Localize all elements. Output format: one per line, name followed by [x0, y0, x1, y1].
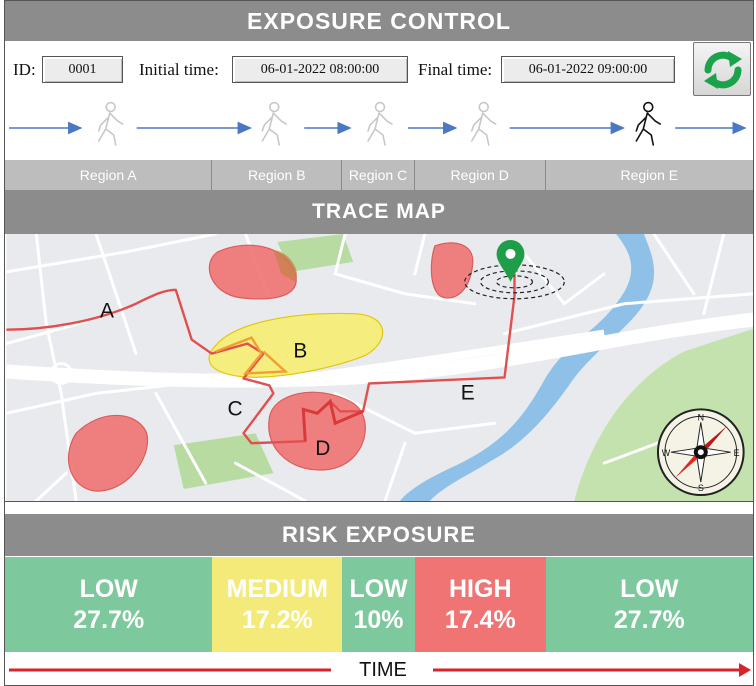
walker-icon-e: [635, 101, 662, 146]
exposure-control-header: EXPOSURE CONTROL: [5, 1, 753, 41]
region-b-tab[interactable]: Region B: [212, 160, 343, 190]
map-label-a: A: [100, 300, 114, 323]
id-label: ID:: [13, 60, 36, 79]
risk-level-e: LOW: [620, 574, 679, 603]
risk-cell-c[interactable]: LOW 10%: [342, 557, 415, 652]
walker-icon-c: [367, 101, 393, 146]
walker-timeline: [8, 101, 747, 146]
map-label-e: E: [461, 381, 475, 404]
risk-exposure-header: RISK EXPOSURE: [5, 514, 753, 556]
trace-map[interactable]: A B C D E N S E W: [5, 234, 754, 502]
risk-bar: LOW 27.7% MEDIUM 17.2% LOW 10% HIGH 17.4…: [5, 557, 753, 652]
map-label-c: C: [228, 397, 243, 420]
risk-percent-c: 10%: [353, 605, 404, 634]
time-axis: TIME: [5, 656, 753, 684]
id-field[interactable]: 0001: [42, 56, 123, 83]
risk-level-c: LOW: [349, 574, 408, 603]
compass-e: E: [734, 448, 740, 458]
trace-map-header: TRACE MAP: [5, 190, 753, 234]
region-a-tab[interactable]: Region A: [5, 160, 213, 190]
region-d-tab[interactable]: Region D: [415, 160, 546, 190]
final-time-field[interactable]: 06-01-2022 09:00:00: [501, 56, 675, 83]
risk-percent-d: 17.4%: [444, 605, 516, 634]
compass-n: N: [698, 412, 704, 422]
compass-icon: N S E W: [656, 408, 745, 497]
compass-s: S: [698, 483, 704, 493]
refresh-button[interactable]: [693, 42, 751, 96]
walker-icon-a: [97, 101, 124, 146]
region-e-tab[interactable]: Region E: [546, 160, 753, 190]
risk-cell-e[interactable]: LOW 27.7%: [545, 557, 753, 652]
risk-cell-a[interactable]: LOW 27.7%: [5, 557, 213, 652]
initial-time-label: Initial time:: [139, 60, 219, 79]
risk-cell-d[interactable]: HIGH 17.4%: [414, 557, 546, 652]
risk-cell-b[interactable]: MEDIUM 17.2%: [212, 557, 343, 652]
region-bar: Region A Region B Region C Region D Regi…: [5, 160, 753, 190]
control-row: ID: 0001 Initial time: 06-01-2022 08:00:…: [5, 56, 753, 86]
compass-w: W: [662, 448, 671, 458]
risk-level-a: LOW: [79, 574, 138, 603]
time-label: TIME: [359, 659, 407, 681]
exposure-dashboard: EXPOSURE CONTROL ID: 0001 Initial time: …: [4, 0, 754, 686]
risk-level-b: MEDIUM: [226, 574, 328, 603]
walker-icon-b: [261, 101, 288, 146]
initial-time-field[interactable]: 06-01-2022 08:00:00: [232, 56, 408, 83]
risk-percent-a: 27.7%: [73, 605, 145, 634]
map-label-d: D: [315, 437, 330, 460]
refresh-icon: [704, 51, 742, 89]
risk-percent-e: 27.7%: [613, 605, 685, 634]
walker-icon-d: [470, 101, 497, 146]
region-c-tab[interactable]: Region C: [342, 160, 415, 190]
map-label-b: B: [293, 340, 307, 363]
risk-level-d: HIGH: [449, 574, 512, 603]
final-time-label: Final time:: [418, 60, 493, 79]
risk-percent-b: 17.2%: [241, 605, 313, 634]
